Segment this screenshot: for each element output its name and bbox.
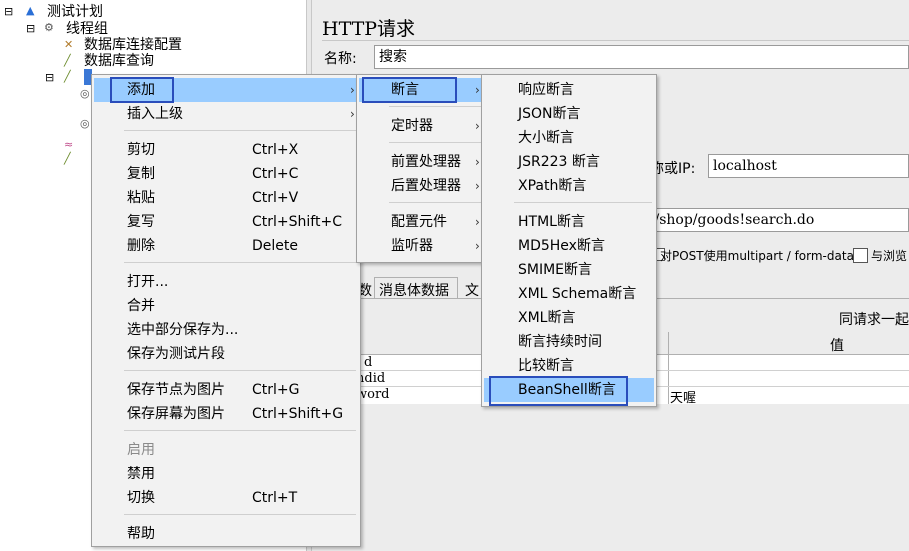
menu-item-save-selection[interactable]: 选中部分保存为... — [94, 318, 358, 342]
tree-node-db-query[interactable]: 数据库查询 — [84, 53, 154, 69]
assertion-item-xml-schema[interactable]: XML Schema断言 — [484, 282, 654, 306]
menu-separator — [124, 370, 356, 371]
assertion-item-xpath[interactable]: XPath断言 — [484, 174, 654, 198]
collapse-icon[interactable]: ⊟ — [26, 23, 35, 34]
collapse-icon[interactable]: ⊟ — [45, 72, 54, 83]
sampler-icon: ╱ — [64, 70, 71, 83]
context-menu: 添加 › 插入上级 › 剪切 Ctrl+X 复制 Ctrl+C 粘贴 Ctrl+V 复写 C… — [91, 74, 361, 547]
menu-item-cut[interactable]: 剪切 Ctrl+X — [94, 138, 358, 162]
menu-separator — [124, 262, 356, 263]
menu-item-insert-parent[interactable]: 插入上级 › — [94, 102, 358, 126]
server-input[interactable]: localhost — [708, 154, 909, 178]
callout-beanshell — [489, 376, 628, 406]
table-row[interactable]: word — [356, 387, 390, 402]
panel-title: HTTP请求 — [322, 18, 416, 40]
multipart-label: 对POST使用multipart / form-data — [660, 249, 854, 263]
callout-assertion — [362, 77, 457, 103]
assertion-item-response[interactable]: 响应断言 — [484, 78, 654, 102]
menu-item-merge[interactable]: 合并 — [94, 294, 358, 318]
chevron-right-icon: › — [475, 83, 480, 97]
assertion-item-compare[interactable]: 比较断言 — [484, 354, 654, 378]
menu-item-help[interactable]: 帮助 — [94, 522, 358, 546]
submenu-item-timer[interactable]: 定时器 › — [359, 114, 483, 138]
node-icon: ◎ — [80, 87, 90, 100]
listener-icon: ≈ — [64, 138, 74, 151]
menu-item-copy[interactable]: 复制 Ctrl+C — [94, 162, 358, 186]
submenu-item-postprocessor[interactable]: 后置处理器 › — [359, 174, 483, 198]
submenu-item-preprocessor[interactable]: 前置处理器 › — [359, 150, 483, 174]
name-label: 名称: — [324, 51, 357, 67]
menu-separator — [124, 130, 356, 131]
assertion-item-jsr223[interactable]: JSR223 断言 — [484, 150, 654, 174]
sampler-icon: ╱ — [64, 152, 71, 165]
menu-separator — [514, 202, 652, 203]
browser-label: 与浏览 — [871, 249, 908, 263]
chevron-right-icon: › — [350, 107, 355, 121]
assertion-item-xml[interactable]: XML断言 — [484, 306, 654, 330]
assertion-item-html[interactable]: HTML断言 — [484, 210, 654, 234]
callout-add — [110, 77, 174, 103]
assertion-item-duration[interactable]: 断言持续时间 — [484, 330, 654, 354]
browser-checkbox[interactable] — [853, 248, 868, 263]
chevron-right-icon: › — [475, 215, 480, 229]
tab-body[interactable]: 消息体数据 — [379, 280, 449, 300]
assertion-submenu: 响应断言 JSON断言 大小断言 JSR223 断言 XPath断言 HTML断… — [481, 74, 657, 407]
menu-item-disable[interactable]: 禁用 — [94, 462, 358, 486]
tab-files[interactable]: 文 — [465, 280, 479, 300]
send-with-request-header: 同请求一起 — [839, 312, 909, 328]
panel-bottom — [352, 404, 909, 551]
tree-node-thread-group[interactable]: 线程组 — [66, 21, 108, 37]
wrench-icon: ✕ — [64, 38, 74, 51]
menu-separator — [389, 106, 481, 107]
chevron-right-icon: › — [475, 119, 480, 133]
table-row[interactable]: d — [364, 355, 372, 370]
tree-node-test-plan[interactable]: 测试计划 — [47, 4, 103, 20]
chevron-right-icon: › — [475, 239, 480, 253]
col-separator — [668, 332, 669, 404]
chevron-right-icon: › — [350, 83, 355, 97]
menu-item-toggle[interactable]: 切换 Ctrl+T — [94, 486, 358, 510]
submenu-item-config-element[interactable]: 配置元件 › — [359, 210, 483, 234]
menu-item-delete[interactable]: 删除 Delete — [94, 234, 358, 258]
col-value-header: 值 — [830, 338, 844, 354]
chevron-right-icon: › — [475, 155, 480, 169]
menu-item-save-fragment[interactable]: 保存为测试片段 — [94, 342, 358, 366]
assertion-item-md5hex[interactable]: MD5Hex断言 — [484, 234, 654, 258]
name-input[interactable]: 搜索 — [374, 45, 909, 69]
assertion-item-smime[interactable]: SMIME断言 — [484, 258, 654, 282]
menu-item-paste[interactable]: 粘贴 Ctrl+V — [94, 186, 358, 210]
menu-item-save-screen-image[interactable]: 保存屏幕为图片 Ctrl+Shift+G — [94, 402, 358, 426]
assertion-item-size[interactable]: 大小断言 — [484, 126, 654, 150]
divider — [322, 40, 909, 41]
assertion-item-json[interactable]: JSON断言 — [484, 102, 654, 126]
gear-icon: ⚙ — [44, 21, 54, 34]
menu-separator — [124, 430, 356, 431]
menu-item-open[interactable]: 打开... — [94, 270, 358, 294]
menu-separator — [389, 202, 481, 203]
menu-separator — [389, 142, 481, 143]
menu-item-enable: 启用 — [127, 442, 155, 458]
path-input[interactable]: i/shop/goods!search.do — [648, 208, 909, 232]
chevron-right-icon: › — [475, 179, 480, 193]
menu-item-duplicate[interactable]: 复写 Ctrl+Shift+C — [94, 210, 358, 234]
menu-separator — [124, 514, 356, 515]
submenu-item-listener[interactable]: 监听器 › — [359, 234, 483, 258]
sampler-icon: ╱ — [64, 54, 71, 67]
node-icon: ◎ — [80, 117, 90, 130]
menu-item-save-node-image[interactable]: 保存节点为图片 Ctrl+G — [94, 378, 358, 402]
tree-node-db-config[interactable]: 数据库连接配置 — [84, 37, 182, 53]
collapse-icon[interactable]: ⊟ — [4, 6, 13, 17]
test-plan-icon: ▲ — [26, 4, 35, 17]
